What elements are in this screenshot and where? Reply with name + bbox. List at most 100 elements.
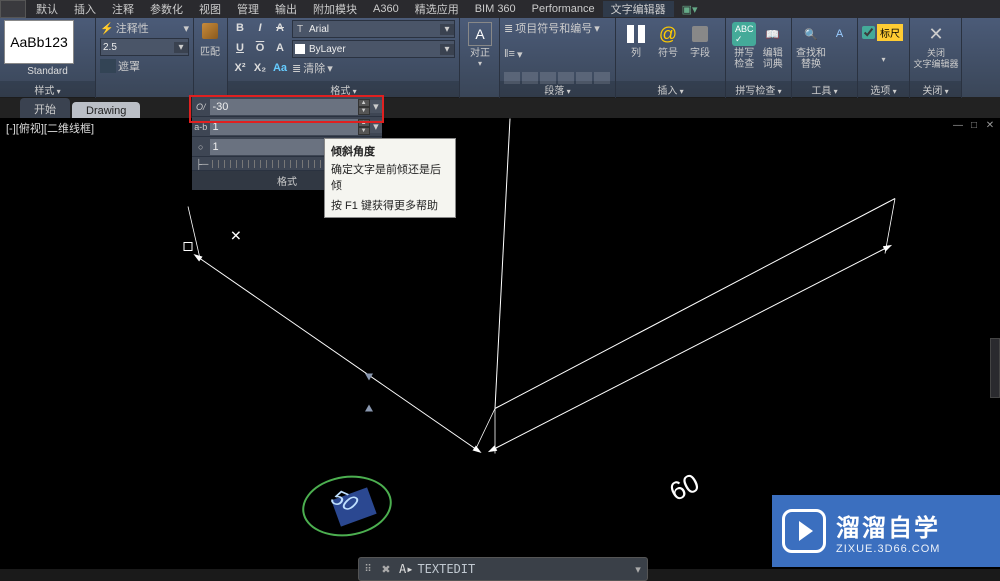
panel-spell-title[interactable]: 拼写检查 [726,81,791,98]
oblique-spinner[interactable]: ▲▼ [358,99,370,115]
chevron-down-icon[interactable]: ▾ [370,120,382,133]
menu-default[interactable]: 默认 [28,1,66,17]
mask-label[interactable]: 遮罩 [118,58,140,74]
panel-annotative: ⚡注释性▾ 2.5▾ 遮罩 [96,18,194,98]
oblique-row: O/ ▲▼ ▾ [192,97,382,117]
command-text[interactable]: TEXTEDIT [417,562,475,576]
panel-tools-title[interactable]: 工具 [792,81,857,98]
spellcheck-label: 拼写 检查 [734,48,754,70]
menu-output[interactable]: 输出 [267,1,305,17]
panel-style: AaBb123 Standard 样式 [0,18,96,98]
text-height-combo[interactable]: 2.5▾ [100,38,189,56]
menu-a360[interactable]: A360 [365,3,407,15]
subscript-button[interactable]: X₂ [252,60,268,76]
line-spacing-icon[interactable]: ‖≡ [504,48,515,60]
superscript-button[interactable]: X² [232,60,248,76]
annotative-label[interactable]: 注释性 [116,20,182,36]
grip-icon[interactable]: ⠿ [359,564,377,575]
find-label: 查找和 替换 [796,48,826,70]
field-label: 字段 [690,48,710,59]
tab-start[interactable]: 开始 [20,98,70,120]
underline-button[interactable]: U [232,40,248,56]
italic-button[interactable]: I [252,20,268,36]
oblique-input[interactable] [210,99,358,115]
command-prompt-icon: A▸ [395,562,417,576]
menu-parametric[interactable]: 参数化 [142,1,191,17]
menu-featured[interactable]: 精选应用 [407,1,467,17]
font-value: Arial [307,24,440,35]
tracking-spinner[interactable]: ▲▼ [358,119,370,135]
panel-options-title[interactable]: 选项 [858,81,909,98]
font-combo[interactable]: TArial▾ [292,20,455,38]
menu-addins[interactable]: 附加模块 [305,1,365,17]
menubar: 默认 插入 注释 参数化 视图 管理 输出 附加模块 A360 精选应用 BIM… [0,0,1000,18]
field-button[interactable]: 字段 [684,20,716,84]
tooltip-body: 确定文字是前倾还是后倾 [331,161,449,193]
book-icon: 📖 [761,22,785,46]
layer-combo[interactable]: ByLayer▾ [292,40,455,58]
chevron-down-icon[interactable]: ▾ [594,22,600,35]
ribbon: AaBb123 Standard 样式 ⚡注释性▾ 2.5▾ 遮罩 匹配 B I… [0,18,1000,98]
chevron-down-icon[interactable]: ▾ [629,563,647,576]
aa-button[interactable]: Aa [272,60,288,76]
find-replace-button[interactable]: 🔍查找和 替换 [796,20,826,84]
spellcheck-button[interactable]: ABC✓拼写 检查 [730,20,759,84]
panel-options: 标尺 ▾ 选项 [858,18,910,98]
column-label: 列 [631,48,641,59]
style-name[interactable]: Standard [4,66,91,77]
chevron-down-icon[interactable]: ▾ [370,100,382,113]
tooltip-f1: 按 F1 键获得更多帮助 [331,197,449,213]
chevron-down-icon[interactable]: ▾ [440,24,454,35]
menu-view[interactable]: 视图 [191,1,229,17]
close-icon: ✕ [924,22,948,46]
side-palette-handle[interactable] [990,338,1000,398]
panel-paragraph-title[interactable]: 段落 [500,81,615,98]
clear-button[interactable]: 清除 [303,60,325,76]
more-tools-button[interactable]: A [826,20,853,84]
match-button[interactable]: 匹配 [198,20,222,60]
panel-tools: 🔍查找和 替换 A 工具 [792,18,858,98]
close-editor-button[interactable]: ✕关闭 文字编辑器 [914,20,958,70]
symbol-button[interactable]: @符号 [652,20,684,84]
column-button[interactable]: 列 [620,20,652,84]
bullets-button[interactable]: 项目符号和编号 [515,20,592,36]
panel-paragraph: ≣项目符号和编号▾ ‖≡▾ 段落 [500,18,616,98]
chevron-down-icon[interactable]: ▾ [517,48,523,61]
edit-dict-button[interactable]: 📖编辑 词典 [759,20,788,84]
panel-style-title[interactable]: 样式 [0,81,95,98]
tracking-input[interactable] [210,119,358,135]
gear-icon[interactable]: ✖ [377,563,395,576]
align-button[interactable]: A 对正 ▾ [464,20,496,68]
app-icon[interactable] [0,0,26,18]
menu-performance[interactable]: Performance [524,3,603,15]
style-preview[interactable]: AaBb123 [4,20,74,64]
ruler-checkbox[interactable] [862,26,875,39]
watermark-url: ZIXUE.3D66.COM [836,543,940,555]
chevron-down-icon[interactable]: ▾ [440,44,454,55]
case-button[interactable]: A [272,40,288,56]
menu-annotate[interactable]: 注释 [104,1,142,17]
text-height-value: 2.5 [101,42,174,53]
overline-button[interactable]: O [252,40,268,56]
menu-manage[interactable]: 管理 [229,1,267,17]
menu-insert[interactable]: 插入 [66,1,104,17]
chevron-down-icon[interactable]: ▾ [862,55,905,64]
panel-insert-title[interactable]: 插入 [616,81,725,98]
layer-value: ByLayer [307,44,440,55]
chevron-down-icon[interactable]: ▾ [174,42,188,53]
tracking-icon: a-b [192,122,210,132]
watermark: 溜溜自学 ZIXUE.3D66.COM [772,495,1000,567]
menu-bim360[interactable]: BIM 360 [467,3,524,15]
chevron-down-icon[interactable]: ▾ [183,22,189,35]
command-line[interactable]: ⠿ ✖ A▸ TEXTEDIT ▾ [358,557,648,581]
strike-button[interactable]: A [272,20,288,36]
letter-a-icon: A [828,22,852,46]
chevron-down-icon[interactable]: ▾ [327,62,333,75]
panel-format-title[interactable]: 格式 [228,81,459,98]
bold-button[interactable]: B [232,20,248,36]
menu-texteditor[interactable]: 文字编辑器 [603,1,674,17]
menu-expand-icon[interactable]: ▣▾ [674,3,706,16]
tooltip-oblique: 倾斜角度 确定文字是前倾还是后倾 按 F1 键获得更多帮助 [324,138,456,218]
bullets-icon: ≣ [504,22,513,35]
chevron-down-icon[interactable]: ▾ [478,59,482,68]
